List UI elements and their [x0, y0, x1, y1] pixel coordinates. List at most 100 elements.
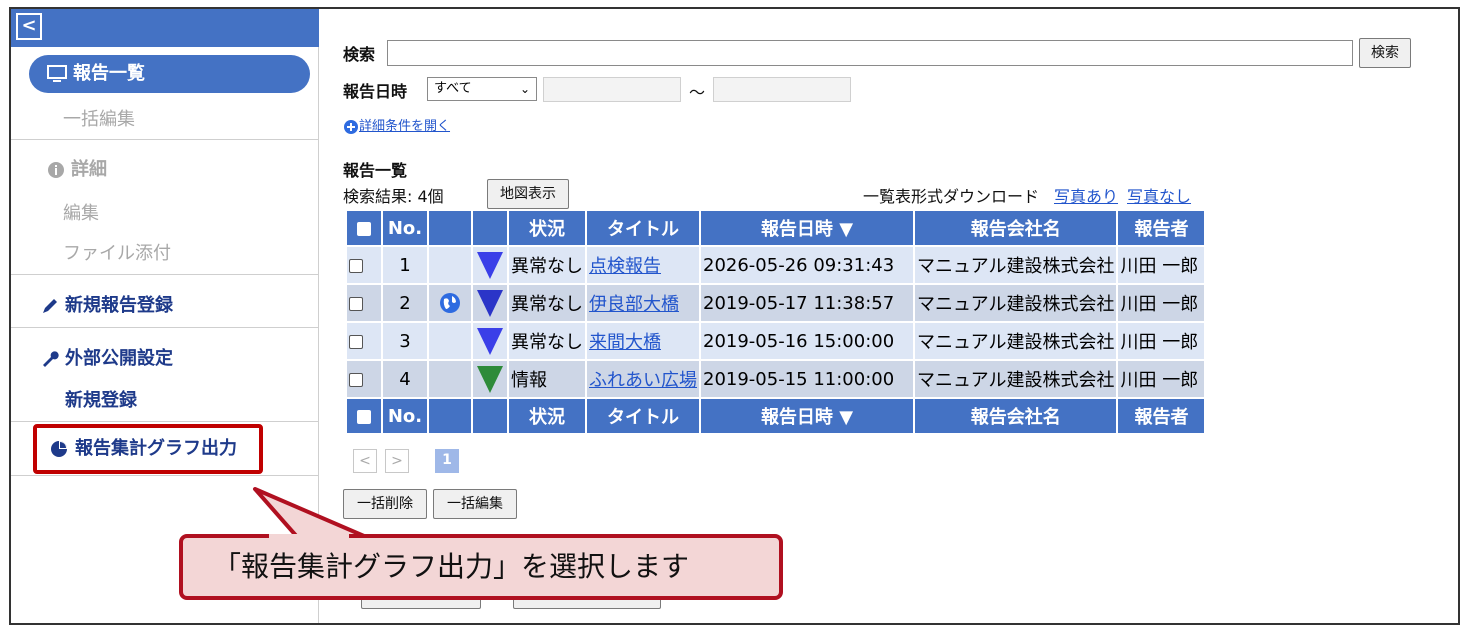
table-header-row: No. 状況 タイトル 報告日時 ▼ 報告会社名 報告者	[347, 211, 1205, 245]
search-input[interactable]	[387, 40, 1353, 66]
date-from-input[interactable]	[543, 77, 681, 102]
column-header-title[interactable]: タイトル	[587, 211, 699, 245]
map-view-button[interactable]: 地図表示	[487, 179, 569, 209]
column-footer-status[interactable]: 状況	[509, 399, 585, 433]
table-row[interactable]: 2 異常なし 伊良部大橋 2019-05-17 11:38:57 マニュアル建設株式会社…	[347, 285, 1205, 321]
date-to-input[interactable]	[713, 77, 851, 102]
plus-circle-icon	[344, 119, 358, 134]
pagination-next[interactable]: >	[385, 449, 409, 473]
sidebar-item-label: 詳細	[71, 159, 107, 180]
column-header-reporter[interactable]: 報告者	[1118, 211, 1205, 245]
select-all-footer[interactable]	[347, 399, 381, 433]
row-reporter: 川田 一郎	[1118, 323, 1205, 359]
row-checkbox[interactable]	[349, 258, 363, 273]
row-checkbox-cell[interactable]	[347, 361, 381, 397]
tilde-label: ～	[689, 83, 706, 102]
pagination-page-1[interactable]: 1	[435, 449, 459, 473]
row-title-link[interactable]: ふれあい広場	[587, 361, 699, 397]
row-datetime: 2019-05-16 15:00:00	[701, 323, 913, 359]
column-footer-company[interactable]: 報告会社名	[915, 399, 1117, 433]
info-icon	[48, 162, 64, 178]
marker-triangle-icon	[477, 328, 503, 355]
row-datetime: 2019-05-17 11:38:57	[701, 285, 913, 321]
callout-text: 「報告集計グラフ出力」を選択します	[213, 550, 690, 583]
wrench-icon	[43, 351, 59, 367]
column-header-globe	[429, 211, 471, 245]
column-header-status[interactable]: 状況	[509, 211, 585, 245]
sidebar-item-label: 新規報告登録	[65, 295, 173, 316]
table-row[interactable]: 1 異常なし 点検報告 2026-05-26 09:31:43 マニュアル建設株式会社川…	[347, 247, 1205, 283]
row-checkbox[interactable]	[349, 296, 363, 311]
row-checkbox[interactable]	[349, 334, 363, 349]
row-marker-cell	[473, 323, 507, 359]
sidebar-item-graph-output[interactable]: 報告集計グラフ出力	[33, 424, 263, 474]
divider	[11, 421, 319, 422]
sidebar-item-label: 新規登録	[65, 390, 137, 411]
row-globe-cell	[429, 323, 471, 359]
detail-conditions-link-text: 詳細条件を開く	[359, 119, 451, 134]
download-label: 一覧表形式ダウンロード	[863, 187, 1040, 206]
sidebar-item-detail: 詳細	[11, 155, 319, 181]
download-without-photo-link[interactable]: 写真なし	[1127, 183, 1191, 207]
row-company: マニュアル建設株式会社	[915, 323, 1117, 359]
row-no: 3	[383, 323, 427, 359]
report-table: No. 状況 タイトル 報告日時 ▼ 報告会社名 報告者 1 異常なし 点検報告 20…	[345, 209, 1206, 435]
column-footer-globe	[429, 399, 471, 433]
sidebar-item-new-report[interactable]: 新規報告登録	[11, 291, 319, 317]
sidebar-item-label: ファイル添付	[63, 243, 171, 264]
sidebar-item-label: 外部公開設定	[65, 348, 173, 369]
sidebar-item-label: 報告集計グラフ出力	[75, 438, 237, 459]
download-with-photo-link[interactable]: 写真あり	[1054, 183, 1118, 207]
column-header-company[interactable]: 報告会社名	[915, 211, 1117, 245]
column-footer-marker	[473, 399, 507, 433]
row-status: 情報	[509, 361, 585, 397]
column-footer-datetime[interactable]: 報告日時 ▼	[701, 399, 913, 433]
sidebar-item-label: 一括編集	[63, 109, 135, 130]
row-checkbox-cell[interactable]	[347, 323, 381, 359]
row-status: 異常なし	[509, 247, 585, 283]
row-reporter: 川田 一郎	[1118, 361, 1205, 397]
table-row[interactable]: 3 異常なし 来間大橋 2019-05-16 15:00:00 マニュアル建設株式会社川…	[347, 323, 1205, 359]
sidebar-item-report-list[interactable]: 報告一覧	[29, 55, 310, 93]
column-footer-title[interactable]: タイトル	[587, 399, 699, 433]
sidebar-item-label: 編集	[63, 203, 99, 224]
search-button[interactable]: 検索	[1359, 38, 1411, 68]
row-globe-cell	[429, 285, 471, 321]
row-checkbox-cell[interactable]	[347, 285, 381, 321]
chevron-down-icon: ⌄	[519, 82, 530, 96]
row-title-link[interactable]: 伊良部大橋	[587, 285, 699, 321]
divider	[11, 475, 319, 476]
column-footer-no[interactable]: No.	[383, 399, 427, 433]
chevron-left-icon: <	[21, 15, 37, 36]
select-all-checkbox[interactable]	[357, 221, 371, 236]
sidebar-item-public-settings[interactable]: 外部公開設定	[11, 344, 319, 370]
marker-triangle-icon	[477, 252, 503, 279]
table-row[interactable]: 4 情報 ふれあい広場 2019-05-15 11:00:00 マニュアル建設株式会社川…	[347, 361, 1205, 397]
back-button[interactable]: <	[16, 13, 42, 40]
sidebar-item-edit: 編集	[11, 199, 319, 225]
row-checkbox-cell[interactable]	[347, 247, 381, 283]
globe-icon	[440, 293, 460, 313]
column-footer-reporter[interactable]: 報告者	[1118, 399, 1205, 433]
select-all-header[interactable]	[347, 211, 381, 245]
date-label: 報告日時	[343, 82, 408, 101]
pagination-prev[interactable]: <	[353, 449, 377, 473]
bulk-edit-button[interactable]: 一括編集	[433, 489, 517, 519]
date-range-select[interactable]: すべて ⌄	[427, 77, 537, 101]
monitor-icon	[47, 65, 67, 82]
divider	[11, 139, 319, 140]
row-no: 1	[383, 247, 427, 283]
column-header-no[interactable]: No.	[383, 211, 427, 245]
column-header-datetime[interactable]: 報告日時 ▼	[701, 211, 913, 245]
detail-conditions-link[interactable]: 詳細条件を開く	[343, 115, 450, 135]
sidebar-item-new-register[interactable]: 新規登録	[11, 386, 319, 412]
row-title-link[interactable]: 点検報告	[587, 247, 699, 283]
row-title-link[interactable]: 来間大橋	[587, 323, 699, 359]
row-checkbox[interactable]	[349, 372, 363, 387]
row-status: 異常なし	[509, 323, 585, 359]
row-marker-cell	[473, 361, 507, 397]
divider	[11, 327, 319, 328]
row-marker-cell	[473, 285, 507, 321]
row-status: 異常なし	[509, 285, 585, 321]
select-all-checkbox[interactable]	[357, 409, 371, 424]
